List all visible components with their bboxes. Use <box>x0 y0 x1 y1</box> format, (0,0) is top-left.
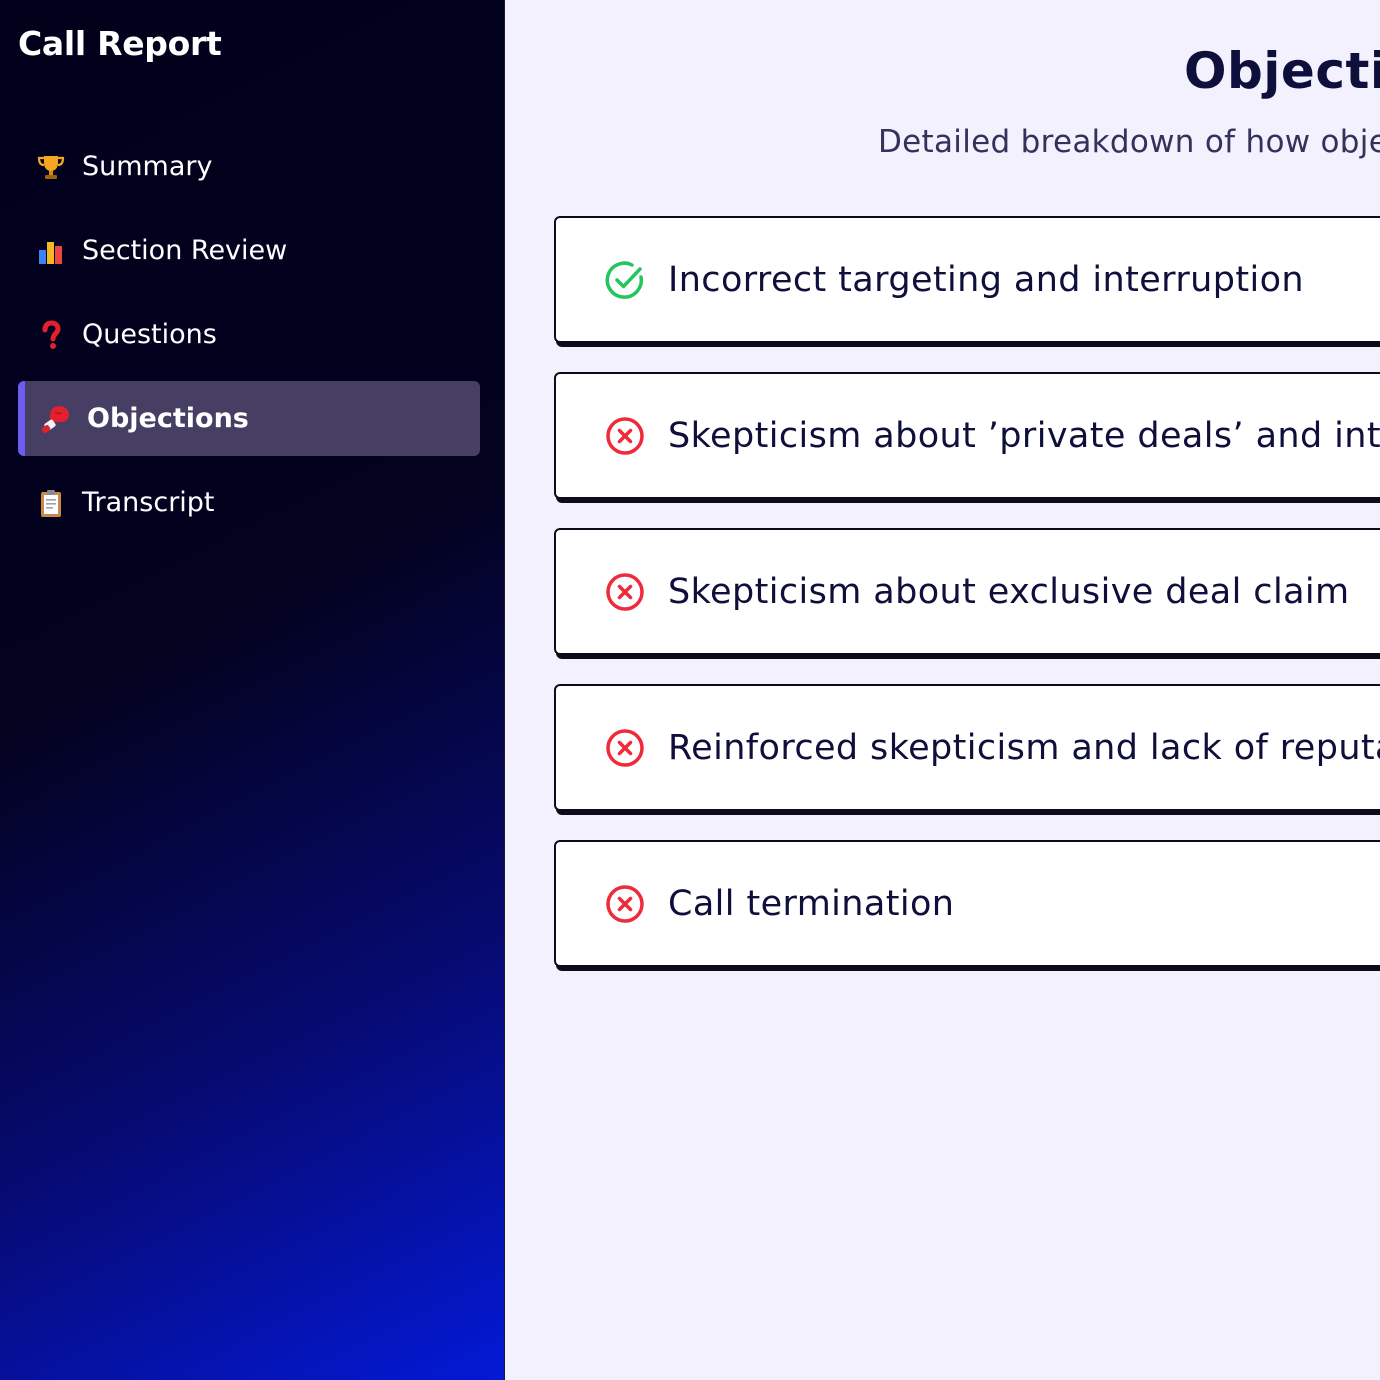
sidebar-item-transcript[interactable]: Transcript <box>18 465 480 540</box>
sidebar-item-objections[interactable]: Objections <box>18 381 480 456</box>
call-report-app: Call Report Summary Section Review Quest… <box>0 0 1380 1380</box>
objection-title: Skepticism about exclusive deal claim <box>668 571 1350 612</box>
trophy-icon <box>34 150 68 184</box>
sidebar: Call Report Summary Section Review Quest… <box>0 0 505 1380</box>
sidebar-item-label: Objections <box>87 403 249 434</box>
main-content: Objectio Detailed breakdown of how objec… <box>506 0 1380 1380</box>
x-circle-icon <box>606 728 644 767</box>
boxing-glove-icon <box>39 402 73 436</box>
objection-title: Skepticism about ’private deals’ and int… <box>668 415 1380 456</box>
objection-title: Reinforced skepticism and lack of reputa <box>668 727 1380 768</box>
sidebar-item-questions[interactable]: Questions <box>18 297 480 372</box>
sidebar-item-section-review[interactable]: Section Review <box>18 213 480 288</box>
sidebar-item-label: Section Review <box>82 235 288 266</box>
x-circle-icon <box>606 572 644 611</box>
sidebar-title: Call Report <box>18 24 222 63</box>
objection-card[interactable]: Skepticism about exclusive deal claim <box>554 528 1380 655</box>
page-title: Objectio <box>1184 42 1380 100</box>
objection-title: Call termination <box>668 883 955 924</box>
sidebar-item-label: Summary <box>82 151 213 182</box>
objection-title: Incorrect targeting and interruption <box>668 259 1304 300</box>
objection-card[interactable]: Call termination <box>554 840 1380 967</box>
page-subtitle: Detailed breakdown of how objec <box>878 124 1380 160</box>
objection-card[interactable]: Reinforced skepticism and lack of reputa <box>554 684 1380 811</box>
sidebar-item-label: Questions <box>82 319 217 350</box>
x-circle-icon <box>606 884 644 923</box>
question-mark-icon <box>34 318 68 352</box>
x-circle-icon <box>606 416 644 455</box>
objection-card[interactable]: Skepticism about ’private deals’ and int… <box>554 372 1380 499</box>
bar-chart-icon <box>34 234 68 268</box>
clipboard-icon <box>34 486 68 520</box>
check-circle-icon <box>605 260 644 299</box>
sidebar-item-summary[interactable]: Summary <box>18 129 480 204</box>
objection-card[interactable]: Incorrect targeting and interruption <box>554 216 1380 343</box>
sidebar-item-label: Transcript <box>82 487 215 518</box>
